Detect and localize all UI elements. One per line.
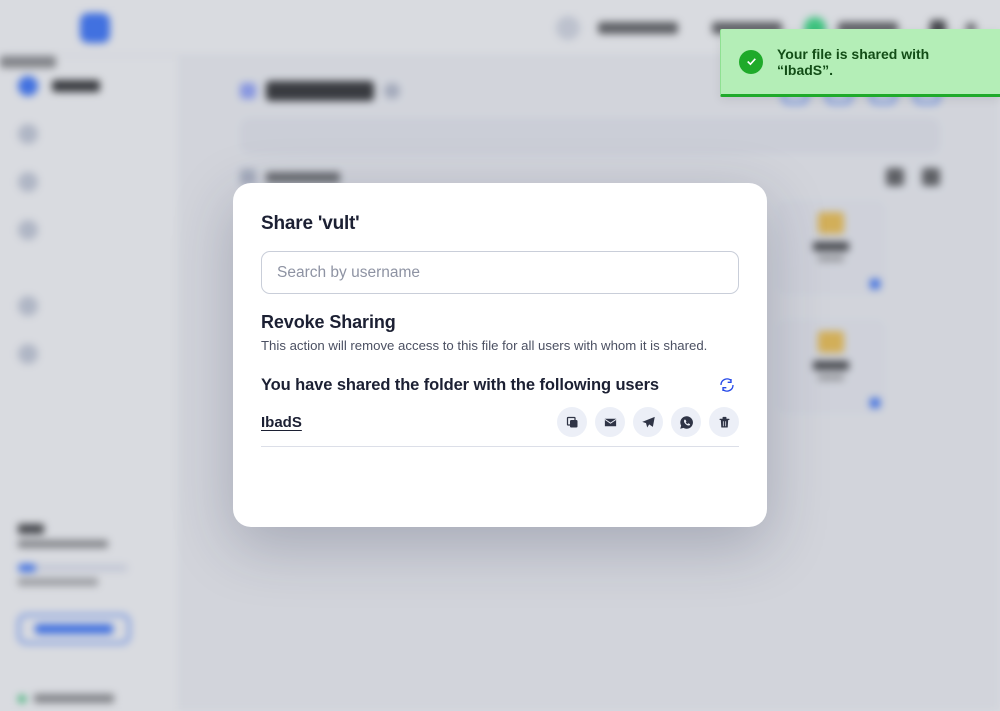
shared-users-title: You have shared the folder with the foll… (261, 376, 659, 395)
share-actions (557, 407, 739, 437)
shared-user-link[interactable]: IbadS (261, 414, 302, 431)
share-modal: Share 'vult' Revoke Sharing This action … (233, 183, 767, 527)
toast-message: Your file is shared with “IbadS”. (777, 46, 982, 78)
modal-title: Share 'vult' (261, 213, 739, 235)
refresh-button[interactable] (715, 373, 739, 397)
trash-icon (717, 415, 732, 430)
username-search-input[interactable] (261, 251, 739, 294)
checkmark-circle-icon (739, 50, 763, 74)
revoke-description: This action will remove access to this f… (261, 337, 739, 355)
email-share-button[interactable] (595, 407, 625, 437)
telegram-icon (641, 415, 656, 430)
revoke-title: Revoke Sharing (261, 312, 739, 333)
whatsapp-share-button[interactable] (671, 407, 701, 437)
telegram-share-button[interactable] (633, 407, 663, 437)
refresh-icon (719, 377, 735, 393)
success-toast: Your file is shared with “IbadS”. (720, 29, 1000, 97)
delete-share-button[interactable] (709, 407, 739, 437)
email-icon (603, 415, 618, 430)
shared-user-row: IbadS (261, 407, 739, 447)
copy-icon (565, 415, 580, 430)
whatsapp-icon (679, 415, 694, 430)
copy-link-button[interactable] (557, 407, 587, 437)
